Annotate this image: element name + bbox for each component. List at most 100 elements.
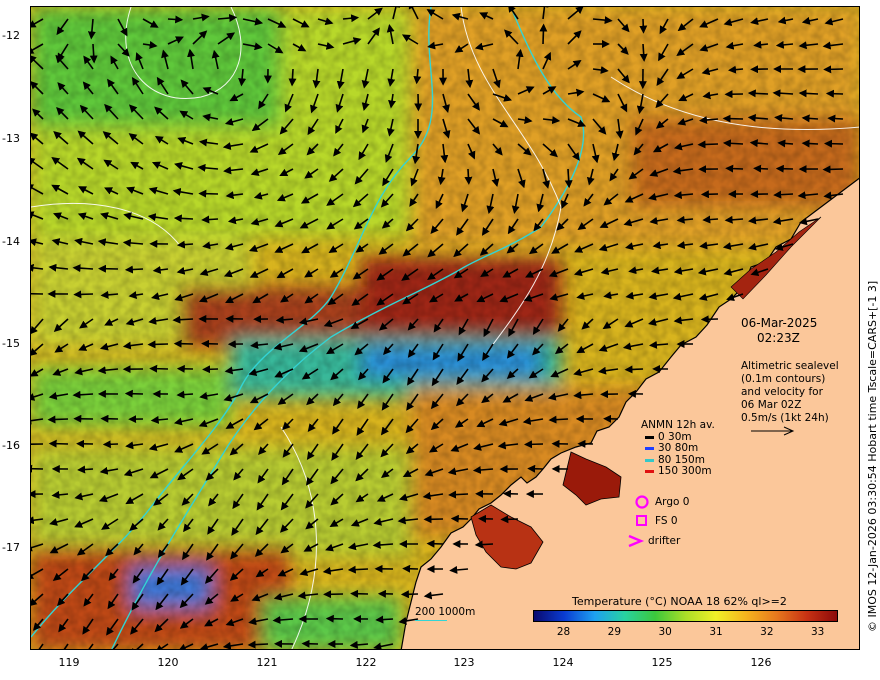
credit-text: © IMOS 12-Jan-2026 03:30:54 Hobart time … (866, 280, 879, 632)
lon-tick-label: 125 (651, 656, 673, 669)
lon-tick-label: 121 (256, 656, 278, 669)
velocity-arrow-icon (725, 164, 744, 173)
velocity-arrow-icon (167, 15, 184, 24)
altimetry-note: Altimetric sealevel (0.1m contours) and … (741, 360, 839, 425)
velocity-arrow-icon (288, 68, 297, 87)
fs-legend: FS 0 (634, 513, 678, 529)
velocity-arrow-icon (149, 364, 169, 373)
colorbar-tick-label: 33 (810, 626, 825, 638)
anmn-legend-label: 30 80m (658, 442, 699, 454)
lat-tick-label: -13 (2, 132, 20, 145)
fs-square-icon (636, 515, 647, 526)
velocity-arrow-icon (773, 190, 794, 199)
velocity-arrow-icon (247, 640, 269, 649)
velocity-arrow-icon (31, 464, 44, 473)
fs-label: FS 0 (655, 515, 678, 527)
temperature-colorbar (533, 610, 838, 622)
colorbar-tick-label: 29 (607, 626, 622, 638)
drifter-chevron-icon (628, 534, 645, 548)
velocity-arrow-icon (176, 240, 194, 249)
lon-tick-label: 119 (58, 656, 80, 669)
colorbar-title: Temperature (°C) NOAA 18 62% ql>=2 (572, 595, 787, 608)
velocity-scale-arrow-icon (751, 426, 795, 436)
map-panel[interactable] (30, 6, 860, 650)
velocity-arrow-icon (824, 139, 844, 148)
velocity-arrow-icon (801, 139, 819, 148)
lat-tick-label: -12 (2, 29, 20, 42)
velocity-arrow-icon (172, 315, 194, 324)
velocity-arrow-icon (822, 165, 844, 174)
velocity-arrow-icon (639, 43, 648, 62)
depth-swatch-icon (645, 470, 654, 474)
velocity-arrow-icon (548, 415, 569, 424)
velocity-arrow-icon (777, 139, 794, 148)
velocity-arrow-icon (722, 114, 744, 123)
velocity-arrow-icon (827, 114, 844, 123)
velocity-arrow-icon (347, 565, 369, 574)
velocity-arrow-icon (73, 290, 94, 299)
velocity-arrow-icon (539, 23, 548, 45)
velocity-arrow-icon (89, 43, 98, 64)
colorbar-tick-label: 28 (556, 626, 571, 638)
anmn-legend-item: 150 300m (641, 465, 715, 478)
velocity-arrow-icon (624, 365, 644, 374)
velocity-arrow-icon (500, 515, 519, 524)
drifter-label: drifter (648, 535, 681, 547)
velocity-arrow-icon (823, 65, 844, 74)
time-label: 02:23Z (757, 331, 800, 345)
anmn-legend-label: 150 300m (658, 465, 712, 477)
depth-swatch-icon (645, 458, 654, 462)
velocity-arrow-icon (47, 415, 69, 424)
altimetry-line: and velocity for (741, 386, 823, 398)
lat-tick-label: -16 (2, 439, 20, 452)
velocity-arrow-icon (798, 89, 819, 98)
colorbar-tick-label: 31 (709, 626, 723, 638)
velocity-arrow-icon (124, 265, 144, 274)
velocity-arrow-icon (697, 140, 719, 149)
lon-tick-label: 124 (552, 656, 574, 669)
altimetry-line: 0.5m/s (1kt 24h) (741, 412, 829, 424)
velocity-arrow-icon (48, 439, 69, 448)
depth-swatch-icon (645, 435, 654, 439)
anmn-legend: ANMN 12h av. 0 30m 30 80m 80 150m 150 30… (641, 419, 715, 478)
altimetry-line: 06 Mar 02Z (741, 399, 802, 411)
velocity-arrow-icon (198, 189, 219, 198)
drifter-legend: drifter (627, 533, 680, 549)
altimetry-line: Altimetric sealevel (741, 360, 839, 372)
velocity-arrow-icon (639, 18, 648, 34)
anmn-legend-item: 30 80m (641, 442, 715, 455)
velocity-arrow-icon (474, 540, 494, 549)
velocity-arrow-icon (747, 89, 769, 98)
velocity-arrow-icon (524, 440, 544, 449)
velocity-arrow-icon (825, 89, 844, 98)
lon-tick-label: 120 (157, 656, 179, 669)
altimetry-line: (0.1m contours) (741, 373, 826, 385)
lon-tick-label: 126 (750, 656, 772, 669)
sst-map[interactable] (31, 7, 860, 650)
velocity-arrow-icon (176, 390, 194, 399)
velocity-arrow-icon (722, 139, 744, 148)
isobath-scale-label: 200 1000m (415, 606, 476, 618)
velocity-arrow-icon (77, 465, 94, 474)
velocity-arrow-icon (801, 114, 819, 123)
lon-tick-label: 123 (453, 656, 475, 669)
velocity-arrow-icon (124, 389, 144, 398)
velocity-arrow-icon (201, 215, 219, 224)
velocity-arrow-icon (173, 214, 194, 223)
velocity-arrow-icon (102, 440, 119, 449)
anmn-legend-title: ANMN 12h av. (641, 419, 715, 431)
argo-circle-icon (635, 495, 649, 509)
lat-tick-label: -14 (2, 235, 20, 248)
isobath-scale-line (415, 620, 447, 621)
velocity-arrow-icon (202, 365, 219, 374)
depth-swatch-icon (645, 447, 654, 451)
velocity-arrow-icon (702, 215, 719, 224)
argo-legend: Argo 0 (634, 494, 689, 510)
colorbar-tick-label: 30 (658, 626, 672, 638)
velocity-arrow-icon (375, 615, 394, 624)
velocity-arrow-icon (448, 490, 469, 499)
velocity-arrow-icon (753, 164, 769, 173)
velocity-arrow-icon (147, 340, 169, 349)
argo-label: Argo 0 (655, 496, 690, 508)
lon-tick-label: 122 (355, 656, 377, 669)
